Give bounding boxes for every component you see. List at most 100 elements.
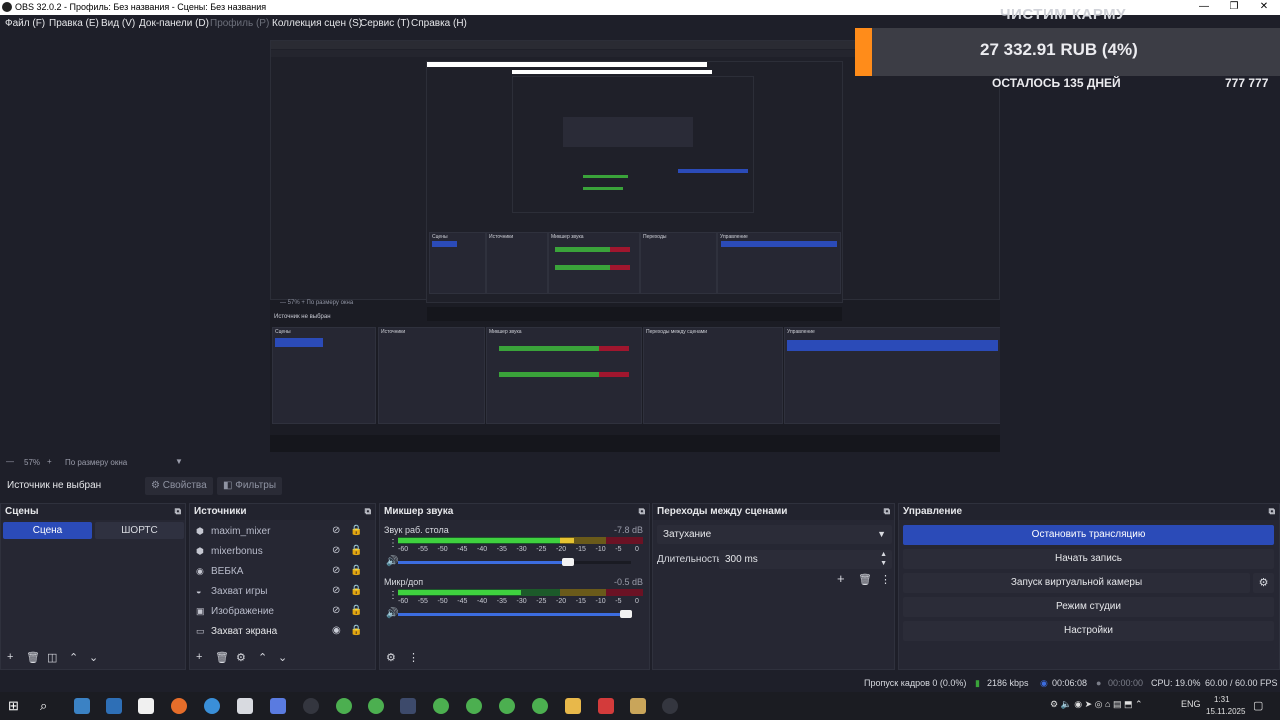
trash-icon[interactable]: 🗑 bbox=[26, 651, 40, 664]
trash-icon[interactable]: 🗑 bbox=[858, 573, 872, 586]
tray-icons[interactable]: ⚙ 🔈 ◉ ➤ ◎ ⌂ ▤ ⬒ ⌃ bbox=[1050, 699, 1143, 710]
menu-scene-collection[interactable]: Коллекция сцен (S) bbox=[272, 18, 362, 29]
source-item[interactable]: ⬢ mixerbonus ⊘ 🔒 bbox=[196, 543, 366, 561]
chevron-up-icon[interactable]: ⌃ bbox=[69, 651, 78, 664]
undock-icon[interactable]: ⧉ bbox=[1269, 506, 1275, 517]
browser-icon[interactable] bbox=[204, 698, 220, 714]
obs-taskbar-icon[interactable] bbox=[303, 698, 319, 714]
menu-docks[interactable]: Док-панели (D) bbox=[139, 18, 209, 29]
scene-item-shorts[interactable]: ШОРТС bbox=[95, 522, 184, 539]
keyboard-language[interactable]: ENG bbox=[1181, 699, 1201, 709]
zoom-in-button[interactable]: + bbox=[47, 457, 52, 466]
scale-tick-label: -40 bbox=[477, 546, 488, 553]
spin-arrows-icon[interactable]: ▲ ▼ bbox=[880, 550, 887, 568]
eye-hidden-icon[interactable]: ⊘ bbox=[332, 545, 340, 556]
source-item[interactable]: ⬢ maxim_mixer ⊘ 🔒 bbox=[196, 523, 366, 541]
firefox-icon[interactable] bbox=[171, 698, 187, 714]
zoom-out-button[interactable]: — bbox=[6, 457, 14, 466]
pdf-icon[interactable] bbox=[598, 698, 614, 714]
scale-tick-label: -20 bbox=[556, 546, 567, 553]
obs-taskbar-icon[interactable] bbox=[662, 698, 678, 714]
undock-icon[interactable]: ⧉ bbox=[365, 506, 371, 517]
chevron-down-icon[interactable]: ⌄ bbox=[278, 651, 287, 664]
undock-icon[interactable]: ⧉ bbox=[884, 506, 890, 517]
eye-hidden-icon[interactable]: ⊘ bbox=[332, 585, 340, 596]
kebab-menu-icon[interactable]: ⋮ bbox=[388, 590, 398, 601]
folder-icon[interactable] bbox=[565, 698, 581, 714]
eye-icon[interactable]: ◉ bbox=[332, 625, 341, 636]
scene-item-main[interactable]: Сцена bbox=[3, 522, 92, 539]
start-recording-button[interactable]: Начать запись bbox=[903, 549, 1274, 569]
eye-hidden-icon[interactable]: ⊘ bbox=[332, 605, 340, 616]
scenes-title: Сцены bbox=[5, 506, 39, 517]
add-transition-button[interactable]: + bbox=[837, 571, 845, 586]
speaker-icon[interactable]: 🔊 bbox=[386, 556, 398, 567]
zoom-mode-select[interactable]: По размеру окна bbox=[65, 458, 127, 467]
search-icon[interactable]: ⌕ bbox=[40, 698, 56, 714]
chevron-up-icon[interactable]: ⌃ bbox=[258, 651, 267, 664]
chrome-icon[interactable] bbox=[466, 698, 482, 714]
file-icon[interactable] bbox=[138, 698, 154, 714]
chrome-icon[interactable] bbox=[368, 698, 384, 714]
gear-icon[interactable]: ⚙ bbox=[236, 651, 246, 664]
trash-icon[interactable]: 🗑 bbox=[215, 651, 229, 664]
menu-file[interactable]: Файл (F) bbox=[5, 18, 45, 29]
menu-view[interactable]: Вид (V) bbox=[101, 18, 135, 29]
windows-start-icon[interactable]: ⊞ bbox=[8, 698, 24, 714]
lock-icon[interactable]: 🔒 bbox=[350, 565, 362, 576]
lock-app-icon[interactable] bbox=[400, 698, 416, 714]
preview-canvas[interactable]: Сцены Источники Микшер звука Переходы Уп… bbox=[270, 40, 1000, 452]
settings-button[interactable]: Настройки bbox=[903, 621, 1274, 641]
filter-icon[interactable]: ◫ bbox=[47, 651, 57, 664]
properties-button[interactable]: ⚙ Свойства bbox=[145, 477, 213, 495]
clock-time[interactable]: 1:31 bbox=[1214, 695, 1230, 704]
chrome-icon[interactable] bbox=[499, 698, 515, 714]
studio-mode-button[interactable]: Режим студии bbox=[903, 597, 1274, 617]
task-view-icon[interactable] bbox=[74, 698, 90, 714]
chevron-down-icon[interactable]: ▼ bbox=[175, 457, 183, 466]
vpn-icon[interactable] bbox=[270, 698, 286, 714]
kebab-menu-icon[interactable]: ⋮ bbox=[408, 651, 419, 664]
lock-icon[interactable]: 🔒 bbox=[350, 585, 362, 596]
eye-hidden-icon[interactable]: ⊘ bbox=[332, 525, 340, 536]
scale-tick-label: -40 bbox=[477, 598, 488, 605]
gear-icon[interactable]: ⚙ bbox=[386, 651, 396, 664]
menu-tools[interactable]: Сервис (T) bbox=[360, 18, 410, 29]
lock-icon[interactable]: 🔒 bbox=[350, 625, 362, 636]
kebab-menu-icon[interactable]: ⋮ bbox=[880, 573, 891, 586]
clock-date[interactable]: 15.11.2025 bbox=[1206, 707, 1245, 716]
source-item[interactable]: ◒ Захват игры ⊘ 🔒 bbox=[196, 583, 366, 601]
transition-select[interactable]: Затухание ▼ bbox=[657, 525, 892, 544]
add-scene-button[interactable]: + bbox=[7, 651, 13, 663]
volume-slider[interactable] bbox=[398, 558, 631, 566]
chrome-icon[interactable] bbox=[433, 698, 449, 714]
undock-icon[interactable]: ⧉ bbox=[175, 506, 181, 517]
lock-icon[interactable]: 🔒 bbox=[350, 605, 362, 616]
chevron-down-icon[interactable]: ⌄ bbox=[89, 651, 98, 664]
menu-help[interactable]: Справка (H) bbox=[411, 18, 467, 29]
eye-hidden-icon[interactable]: ⊘ bbox=[332, 565, 340, 576]
kebab-menu-icon[interactable]: ⋮ bbox=[388, 538, 398, 549]
source-item[interactable]: ▣ Изображение ⊘ 🔒 bbox=[196, 603, 366, 621]
menu-edit[interactable]: Правка (E) bbox=[49, 18, 99, 29]
duration-spinbox[interactable]: 300 ms ▲ ▼ bbox=[719, 550, 892, 569]
lock-icon[interactable]: 🔒 bbox=[350, 545, 362, 556]
app-icon[interactable] bbox=[106, 698, 122, 714]
filters-button[interactable]: ◧ Фильтры bbox=[217, 477, 283, 495]
chrome-icon[interactable] bbox=[336, 698, 352, 714]
stop-stream-button[interactable]: Остановить трансляцию bbox=[903, 525, 1274, 545]
lock-icon[interactable]: 🔒 bbox=[350, 525, 362, 536]
source-item[interactable]: ▭ Захват экрана ◉ 🔒 bbox=[196, 623, 366, 641]
undock-icon[interactable]: ⧉ bbox=[639, 506, 645, 517]
speaker-icon[interactable]: 🔊 bbox=[386, 608, 398, 619]
source-item[interactable]: ◉ ВЕБКА ⊘ 🔒 bbox=[196, 563, 366, 581]
notification-icon[interactable]: ▢ bbox=[1253, 699, 1263, 712]
menu-profile[interactable]: Профиль (P) bbox=[210, 18, 269, 29]
app-icon[interactable] bbox=[237, 698, 253, 714]
gear-icon[interactable]: ⚙ bbox=[1253, 573, 1274, 593]
volume-slider[interactable] bbox=[398, 610, 633, 618]
start-virtual-camera-button[interactable]: Запуск виртуальной камеры bbox=[903, 573, 1250, 593]
chrome-icon[interactable] bbox=[532, 698, 548, 714]
media-icon[interactable] bbox=[630, 698, 646, 714]
add-source-button[interactable]: + bbox=[196, 651, 202, 663]
